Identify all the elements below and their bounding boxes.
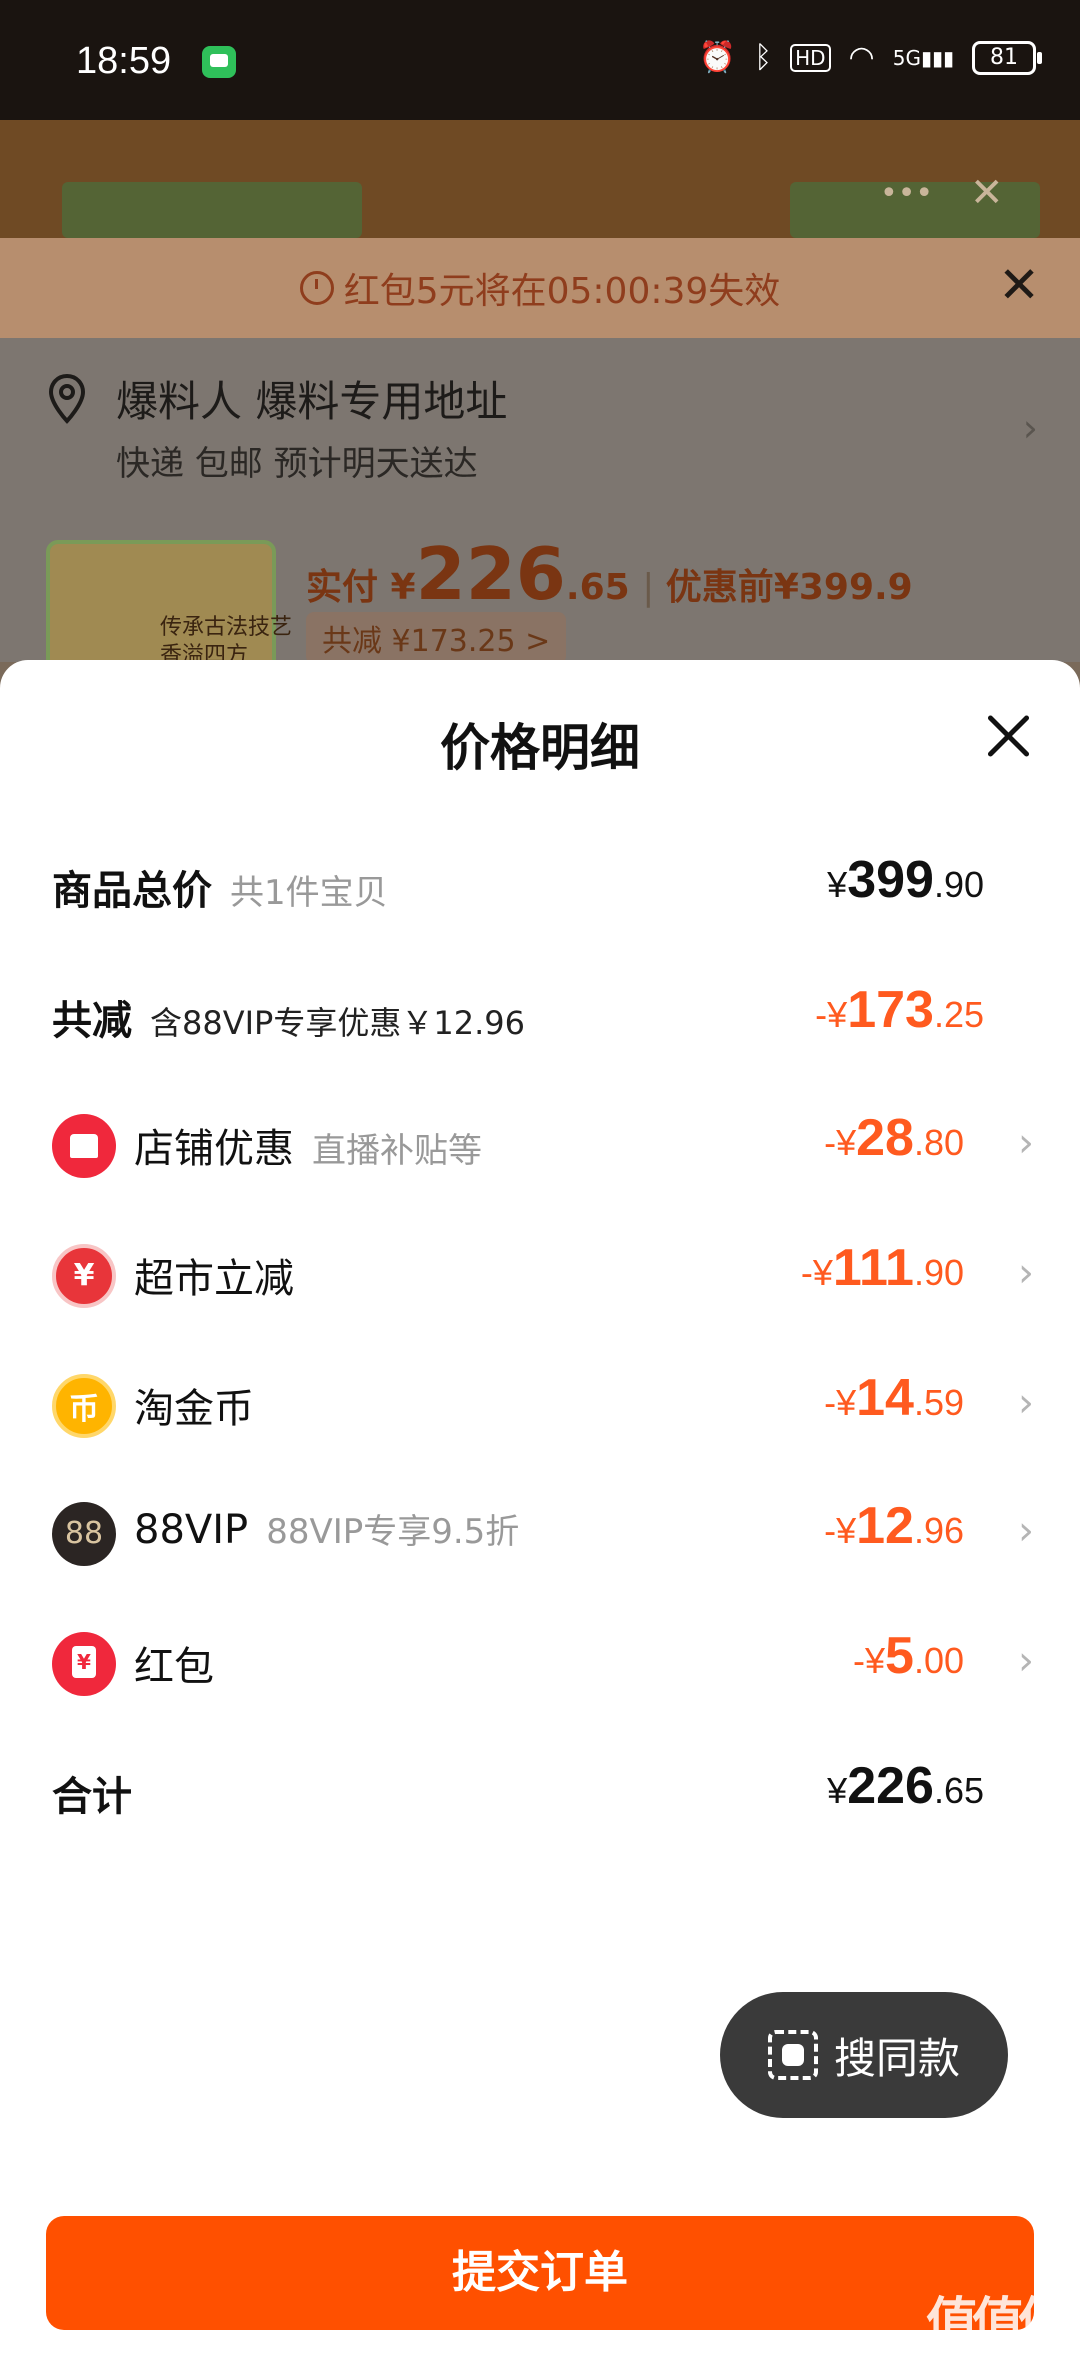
row-amount: ¥226.65 — [827, 1757, 984, 1815]
banner-decoration — [62, 182, 362, 238]
sheet-title: 价格明细 — [440, 719, 640, 777]
vip-icon: 88 — [52, 1502, 116, 1566]
red-packet-expiry-text: 红包5元将在05:00:39失效 — [343, 271, 781, 312]
hd-icon: HD — [790, 43, 831, 72]
row-taojinbi[interactable]: 币 淘金币 -¥14.59 › — [0, 1346, 1080, 1456]
row-sub: 共1件宝贝 — [230, 873, 388, 913]
location-pin-icon — [48, 374, 86, 424]
status-icons: ⏰ ᛒ HD ◠ 5G▮▮▮ 81 — [698, 40, 1042, 75]
row-supermarket-discount[interactable]: ¥ 超市立减 -¥111.90 › — [0, 1216, 1080, 1326]
before-label: 优惠前 — [665, 567, 774, 608]
row-amount: ¥399.90 — [827, 851, 984, 909]
row-sub: 直播补贴等 — [312, 1131, 482, 1171]
search-same-label: 搜同款 — [833, 2033, 960, 2083]
row-label: 合计 — [52, 1774, 132, 1820]
row-grand-total: 合计 ¥226.65 — [0, 1734, 1080, 1844]
row-label: 超市立减 — [134, 1256, 294, 1302]
banner-close-icon[interactable]: ✕ — [998, 256, 1040, 314]
row-amount: -¥173.25 — [815, 981, 984, 1039]
status-bar: 18:59 ⏰ ᛒ HD ◠ 5G▮▮▮ 81 — [0, 0, 1080, 120]
row-amount: -¥12.96 — [824, 1497, 964, 1555]
row-88vip[interactable]: 88 88VIP 88VIP专享9.5折 -¥12.96 › — [0, 1474, 1080, 1584]
chevron-right-icon: › — [1018, 1380, 1034, 1426]
battery-icon: 81 — [972, 40, 1042, 75]
row-label: 88VIP 88VIP专享9.5折 — [134, 1507, 520, 1553]
row-amount: -¥111.90 — [800, 1239, 964, 1297]
image-search-icon — [767, 2030, 818, 2080]
coin-icon: 币 — [52, 1374, 116, 1438]
before-value: ¥399.9 — [773, 567, 913, 608]
close-icon[interactable] — [982, 710, 1034, 762]
row-sub: 含88VIP专享优惠￥12.96 — [150, 1004, 525, 1042]
row-label: 店铺优惠 直播补贴等 — [134, 1126, 482, 1172]
row-label: 淘金币 — [134, 1386, 254, 1432]
row-amount: -¥28.80 — [824, 1109, 964, 1167]
address-card[interactable]: 爆料人 爆料专用地址 快递 包邮 预计明天送达 › — [0, 338, 1080, 502]
row-goods-total: 商品总价 共1件宝贝 ¥399.90 — [0, 828, 1080, 938]
watermark-logo: 值值值 — [925, 2293, 1070, 2353]
close-icon: ✕ — [970, 170, 1004, 216]
chevron-right-icon: › — [1018, 1638, 1034, 1684]
paid-price: 实付 ¥226.65 | 优惠前¥399.9 — [306, 532, 913, 616]
row-sub: 88VIP专享9.5折 — [266, 1512, 520, 1552]
alarm-icon: ⏰ — [698, 40, 737, 75]
message-icon — [202, 46, 236, 78]
row-amount: -¥14.59 — [824, 1369, 964, 1427]
red-packet-expiry-banner: 红包5元将在05:00:39失效 ✕ — [0, 238, 1080, 338]
watermark-site: zhizhizhi.com — [934, 2355, 1056, 2376]
paid-label: 实付 ¥ — [306, 567, 416, 608]
more-icon: ••• — [880, 176, 934, 211]
row-shop-discount[interactable]: 店铺优惠 直播补贴等 -¥28.80 › — [0, 1086, 1080, 1196]
product-summary: 传承古法技艺 香溢四方 实付 ¥226.65 | 优惠前¥399.9 共减 ¥1… — [0, 502, 1080, 688]
chevron-right-icon: › — [1018, 1250, 1034, 1296]
delivery-info: 快递 包邮 预计明天送达 — [116, 444, 478, 484]
watermark: 值值值 zhizhizhi.com — [925, 2280, 1070, 2376]
chevron-right-icon: › — [1022, 406, 1038, 450]
shop-icon — [52, 1114, 116, 1178]
row-label: 共减 含88VIP专享优惠￥12.96 — [52, 998, 525, 1044]
row-amount: -¥5.00 — [853, 1627, 964, 1685]
chevron-right-icon: › — [1018, 1120, 1034, 1166]
row-total-discount: 共减 含88VIP专享优惠￥12.96 -¥173.25 — [0, 958, 1080, 1068]
paid-dec: .65 — [565, 567, 630, 608]
wifi-icon: ◠ — [848, 40, 875, 75]
signal-5g-icon: 5G▮▮▮ — [892, 45, 954, 70]
status-time: 18:59 — [76, 40, 172, 82]
address-name: 爆料人 爆料专用地址 — [116, 377, 508, 426]
submit-order-button[interactable]: 提交订单 — [46, 2216, 1034, 2330]
total-saved-badge[interactable]: 共减 ¥173.25 > — [306, 612, 567, 664]
price-detail-sheet: 价格明细 商品总价 共1件宝贝 ¥399.90 共减 含88VIP专享优惠￥12.9… — [0, 660, 1080, 2376]
row-label: 红包 — [134, 1644, 214, 1690]
red-packet-icon — [52, 1632, 116, 1696]
row-label: 商品总价 共1件宝贝 — [52, 868, 388, 914]
row-red-packet[interactable]: 红包 -¥5.00 › — [0, 1604, 1080, 1714]
yen-icon: ¥ — [52, 1244, 116, 1308]
clock-icon — [299, 271, 334, 305]
bluetooth-icon: ᛒ — [754, 40, 773, 75]
chevron-right-icon: › — [1018, 1508, 1034, 1554]
search-same-button[interactable]: 搜同款 — [720, 1992, 1008, 2118]
paid-int: 226 — [415, 532, 566, 616]
